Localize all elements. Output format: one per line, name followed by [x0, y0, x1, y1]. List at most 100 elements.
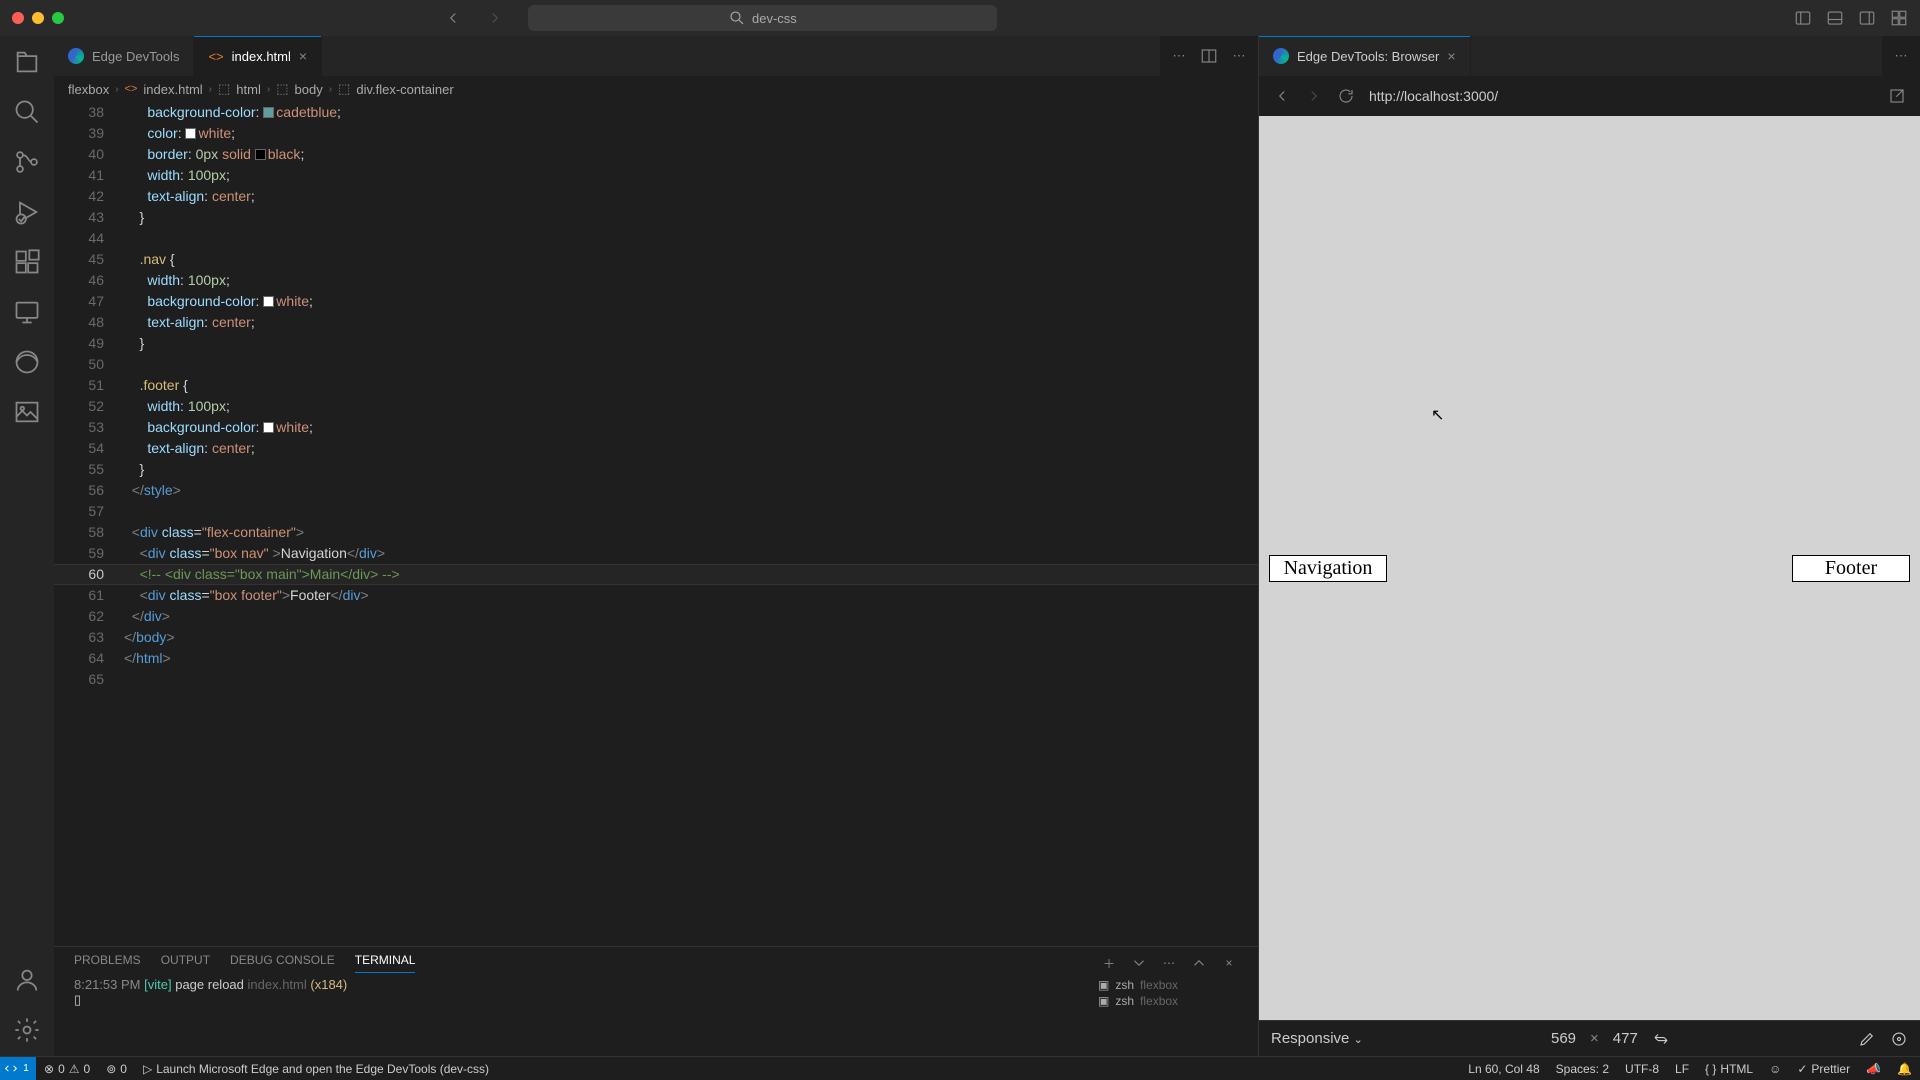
- status-prettier[interactable]: ✓ Prettier: [1789, 1062, 1858, 1076]
- terminal-sessions: ▣zsh flexbox ▣zsh flexbox: [1098, 977, 1238, 1052]
- open-external-icon[interactable]: [1888, 87, 1906, 105]
- editor-actions: ⋯ ⋯: [1160, 36, 1258, 76]
- zoom-window-icon[interactable]: [52, 12, 64, 24]
- warning-icon: ⚠: [69, 1062, 80, 1076]
- edge-icon: [68, 48, 84, 64]
- edit-icon[interactable]: [1858, 1030, 1876, 1048]
- tab-label: Edge DevTools: [92, 49, 179, 64]
- bottom-panel: PROBLEMS OUTPUT DEBUG CONSOLE TERMINAL ＋…: [54, 946, 1258, 1056]
- tab-index-html[interactable]: <> index.html ×: [194, 36, 322, 76]
- viewport-height[interactable]: 477: [1613, 1030, 1638, 1047]
- breadcrumb-item[interactable]: html: [236, 82, 261, 97]
- split-editor-icon[interactable]: [1200, 47, 1218, 65]
- editor-group-left: Edge DevTools <> index.html × ⋯ ⋯ flexbo…: [54, 36, 1258, 1056]
- panel-tab-output[interactable]: OUTPUT: [161, 953, 210, 973]
- status-bell[interactable]: 🔔: [1889, 1062, 1920, 1076]
- back-icon[interactable]: [444, 9, 462, 27]
- footer-box: Footer: [1792, 555, 1910, 582]
- tab-edge-devtools[interactable]: Edge DevTools: [54, 36, 194, 76]
- url-bar[interactable]: http://localhost:3000/: [1369, 88, 1874, 104]
- editor-tabs: Edge DevTools <> index.html ×: [54, 36, 1160, 76]
- browser-reload-icon[interactable]: [1337, 87, 1355, 105]
- html-file-icon: <>: [208, 49, 223, 64]
- error-icon: ⊗: [44, 1062, 54, 1076]
- status-ports[interactable]: ⊚0: [98, 1057, 135, 1080]
- panel-tab-problems[interactable]: PROBLEMS: [74, 953, 141, 973]
- accounts-icon[interactable]: [13, 966, 41, 994]
- status-cursor-position[interactable]: Ln 60, Col 48: [1460, 1062, 1547, 1076]
- close-window-icon[interactable]: [12, 12, 24, 24]
- search-icon: [728, 9, 746, 27]
- explorer-icon[interactable]: [13, 48, 41, 76]
- layout-customize-icon[interactable]: [1890, 9, 1908, 27]
- new-terminal-icon[interactable]: ＋: [1100, 954, 1118, 972]
- settings-gear-icon[interactable]: [13, 1016, 41, 1044]
- browser-forward-icon[interactable]: [1305, 87, 1323, 105]
- panel-tab-terminal[interactable]: TERMINAL: [355, 953, 416, 973]
- terminal-count: (x184): [310, 977, 347, 992]
- maximize-panel-icon[interactable]: [1190, 954, 1208, 972]
- overflow-icon[interactable]: ⋯: [1230, 47, 1248, 65]
- remote-indicator[interactable]: 1: [0, 1057, 36, 1080]
- minimize-window-icon[interactable]: [32, 12, 44, 24]
- more-icon[interactable]: ⋯: [1160, 954, 1178, 972]
- html-file-icon: <>: [125, 83, 138, 95]
- breadcrumb-item[interactable]: index.html: [143, 82, 202, 97]
- more-icon[interactable]: ⋯: [1170, 47, 1188, 65]
- source-control-icon[interactable]: [13, 148, 41, 176]
- traffic-lights: [12, 12, 64, 24]
- inspect-icon[interactable]: [1890, 1030, 1908, 1048]
- close-tab-icon[interactable]: ×: [299, 48, 307, 64]
- terminal-path: index.html: [248, 977, 307, 992]
- status-encoding[interactable]: UTF-8: [1617, 1062, 1667, 1076]
- command-center[interactable]: dev-css: [528, 5, 997, 31]
- titlebar: dev-css: [0, 0, 1920, 36]
- breadcrumb[interactable]: flexbox› <> index.html› ⬚html› ⬚body› ⬚d…: [54, 76, 1258, 102]
- terminal-session[interactable]: ▣zsh flexbox: [1098, 993, 1238, 1009]
- run-debug-icon[interactable]: [13, 198, 41, 226]
- extensions-icon[interactable]: [13, 248, 41, 276]
- panel-tab-debug-console[interactable]: DEBUG CONSOLE: [230, 953, 335, 973]
- bell-icon: 🔔: [1897, 1062, 1912, 1076]
- chevron-down-icon[interactable]: [1130, 954, 1148, 972]
- status-eol[interactable]: LF: [1667, 1062, 1697, 1076]
- search-icon[interactable]: [13, 98, 41, 126]
- breadcrumb-item[interactable]: body: [295, 82, 323, 97]
- terminal-session[interactable]: ▣zsh flexbox: [1098, 977, 1238, 993]
- overflow-icon[interactable]: ⋯: [1892, 47, 1910, 65]
- code-editor[interactable]: 3839404142434445464748495051525354555657…: [54, 102, 1258, 946]
- browser-preview[interactable]: Navigation Footer ↖: [1259, 116, 1920, 1020]
- breadcrumb-item[interactable]: flexbox: [68, 82, 109, 97]
- layout-sidebar-right-icon[interactable]: [1858, 9, 1876, 27]
- layout-sidebar-left-icon[interactable]: [1794, 9, 1812, 27]
- remote-explorer-icon[interactable]: [13, 298, 41, 326]
- status-problems[interactable]: ⊗0 ⚠0: [36, 1057, 98, 1080]
- viewport-width[interactable]: 569: [1551, 1030, 1576, 1047]
- status-copilot[interactable]: ☺: [1761, 1062, 1789, 1076]
- status-language[interactable]: { } HTML: [1697, 1062, 1761, 1076]
- status-indentation[interactable]: Spaces: 2: [1548, 1062, 1617, 1076]
- layout-panel-icon[interactable]: [1826, 9, 1844, 27]
- search-text: dev-css: [752, 11, 797, 26]
- device-select[interactable]: Responsive ⌄: [1271, 1030, 1363, 1047]
- status-feedback[interactable]: 📣: [1858, 1062, 1889, 1076]
- tab-edge-browser[interactable]: Edge DevTools: Browser ×: [1259, 36, 1471, 76]
- panel-tabs: PROBLEMS OUTPUT DEBUG CONSOLE TERMINAL ＋…: [54, 947, 1258, 973]
- breadcrumb-item[interactable]: div.flex-container: [356, 82, 453, 97]
- tab-label: Edge DevTools: Browser: [1297, 49, 1439, 64]
- rotate-icon[interactable]: [1652, 1030, 1670, 1048]
- browser-back-icon[interactable]: [1273, 87, 1291, 105]
- status-bar: 1 ⊗0 ⚠0 ⊚0 ▷Launch Microsoft Edge and op…: [0, 1056, 1920, 1080]
- terminal-output[interactable]: 8:21:53 PM [vite] page reload index.html…: [74, 977, 1078, 1052]
- close-tab-icon[interactable]: ×: [1447, 48, 1455, 64]
- forward-icon[interactable]: [486, 9, 504, 27]
- debug-icon: ▷: [143, 1062, 152, 1076]
- terminal-icon: ▣: [1098, 994, 1109, 1008]
- close-panel-icon[interactable]: ×: [1220, 954, 1238, 972]
- status-launch-task[interactable]: ▷Launch Microsoft Edge and open the Edge…: [135, 1057, 497, 1080]
- activity-bar: [0, 36, 54, 1056]
- image-preview-icon[interactable]: [13, 398, 41, 426]
- terminal-icon: ▣: [1098, 978, 1109, 992]
- device-toolbar: Responsive ⌄ 569 × 477: [1259, 1020, 1920, 1056]
- edge-devtools-icon[interactable]: [13, 348, 41, 376]
